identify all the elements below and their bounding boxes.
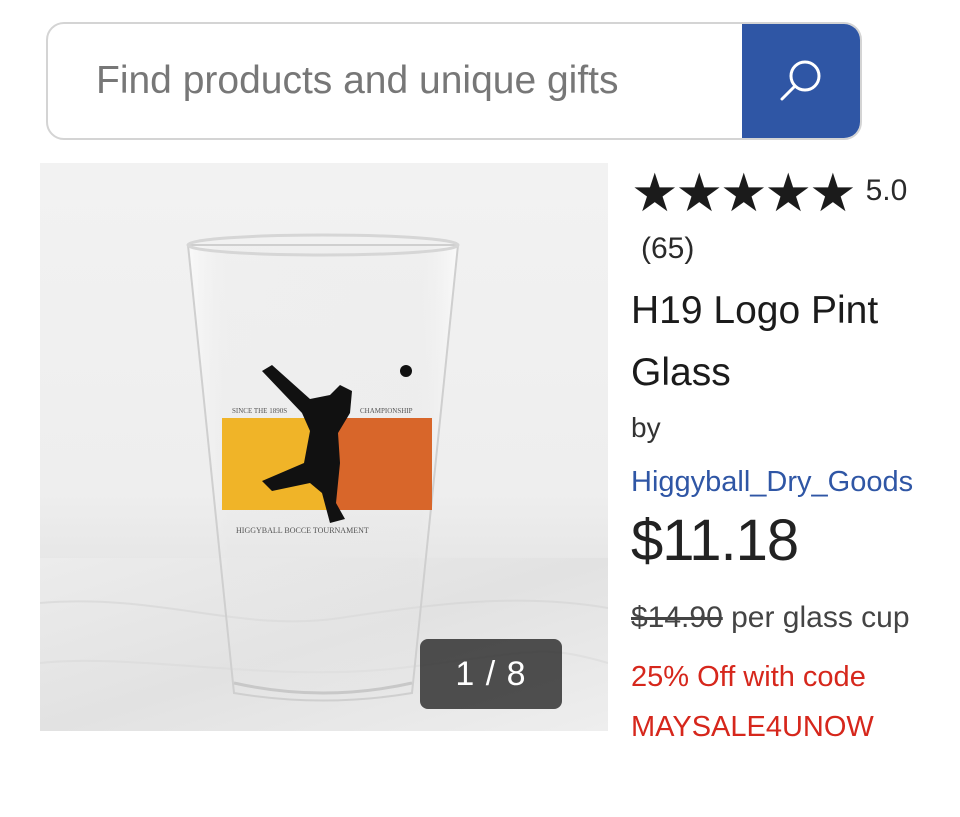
original-price: $14.90 bbox=[631, 601, 723, 634]
seller-link[interactable]: Higgyball_Dry_Goods bbox=[631, 466, 960, 499]
star-icon: ★ bbox=[720, 163, 768, 223]
star-icon: ★ bbox=[675, 163, 724, 223]
star-rating-icons: ★ ★ ★ ★ ★ bbox=[631, 163, 857, 223]
rating-score: 5.0 bbox=[865, 174, 908, 207]
search-button[interactable] bbox=[742, 24, 860, 138]
star-icon: ★ bbox=[631, 163, 679, 223]
svg-text:SINCE THE 1890S: SINCE THE 1890S bbox=[232, 407, 287, 415]
search-icon bbox=[780, 60, 821, 101]
product-title: H19 Logo Pint Glass bbox=[631, 289, 879, 394]
svg-text:HIGGYBALL BOCCE TOURNAMENT: HIGGYBALL BOCCE TOURNAMENT bbox=[236, 526, 369, 535]
promo-text: 25% Off with code MAYSALE4UNOW bbox=[631, 661, 874, 743]
review-count[interactable]: (65) bbox=[641, 232, 960, 266]
star-icon: ★ bbox=[764, 163, 813, 223]
rating-row[interactable]: ★ ★ ★ ★ ★ 5.0 bbox=[631, 164, 960, 222]
search-bar bbox=[46, 22, 862, 140]
product-details: ★ ★ ★ ★ ★ 5.0 (65) H19 Logo Pint Glass b… bbox=[631, 164, 960, 752]
current-price: $11.18 bbox=[631, 508, 799, 573]
original-price-row: $14.90 per glass cup bbox=[631, 588, 931, 648]
image-counter: 1 / 8 bbox=[420, 639, 562, 709]
svg-text:CHAMPIONSHIP: CHAMPIONSHIP bbox=[360, 407, 413, 415]
by-label: by bbox=[631, 412, 661, 443]
search-input[interactable] bbox=[48, 24, 746, 138]
star-icon: ★ bbox=[809, 163, 857, 223]
unit-label: per glass cup bbox=[731, 601, 910, 634]
